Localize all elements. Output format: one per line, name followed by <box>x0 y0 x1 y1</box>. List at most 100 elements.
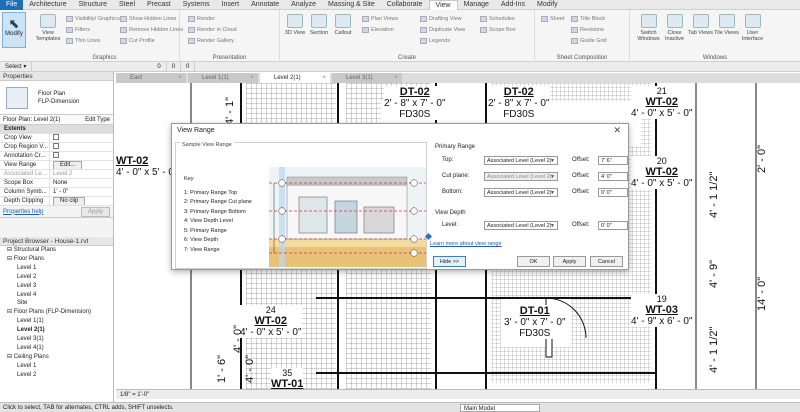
level-select[interactable]: Associated Level (Level 2) ▼ <box>484 171 558 181</box>
ok-button[interactable]: OK <box>517 256 550 267</box>
dimension-text[interactable]: 4' - 0" <box>244 355 256 383</box>
view-tab-3[interactable]: Level 3(1) × <box>332 73 402 83</box>
level-select[interactable]: Associated Level (Level 2) ▼ <box>484 187 558 197</box>
active-model-select[interactable]: Main Model <box>460 404 540 412</box>
view-scale[interactable]: 1/8" = 1'-0" <box>120 392 149 398</box>
menu-tab-manage[interactable]: Manage <box>458 0 495 10</box>
ribbon-create-2[interactable]: Drafting View <box>420 14 462 23</box>
select-dropdown[interactable]: Select ▾ <box>0 61 33 72</box>
prop-row-6[interactable]: Column Symb... 1' - 0" <box>0 188 113 197</box>
close-icon[interactable]: × <box>178 73 182 83</box>
prop-row-0[interactable]: Crop View <box>0 134 113 143</box>
level-select[interactable]: Associated Level (Level 2) ▼ <box>484 155 558 165</box>
view-range-edit-button[interactable]: Edit... <box>53 161 83 169</box>
ribbon-show-hidden-lines[interactable]: Show Hidden Lines <box>120 14 176 23</box>
ribbon-sheet-1[interactable]: Title Block <box>571 14 605 23</box>
menu-tab-systems[interactable]: Systems <box>177 0 216 10</box>
window-btn-1[interactable]: Close Inactive <box>662 14 687 42</box>
3d-view-button[interactable]: 3D View <box>284 14 306 36</box>
browser-item[interactable]: Level 1(1) <box>0 317 113 326</box>
dimension-text[interactable]: 1' - 6" <box>216 355 228 383</box>
offset-input[interactable]: 4' 0" <box>598 171 628 181</box>
offset-input[interactable]: 0' 0" <box>598 187 628 197</box>
browser-item[interactable]: Level 1 <box>0 264 113 273</box>
browser-item[interactable]: ⊟ Floor Plans <box>0 255 113 264</box>
offset-input[interactable]: 7' 6" <box>598 155 628 165</box>
menu-tab-structure[interactable]: Structure <box>73 0 113 10</box>
dimension-text[interactable]: 4' - 0" <box>232 325 244 353</box>
ribbon-render[interactable]: Render <box>188 14 215 23</box>
ribbon-remove-hidden-lines[interactable]: Remove Hidden Lines <box>120 25 183 34</box>
close-icon[interactable]: × <box>322 73 326 83</box>
depth-clipping-button[interactable]: No clip <box>53 197 86 205</box>
menu-tab-analyze[interactable]: Analyze <box>285 0 322 10</box>
window-btn-2[interactable]: Tab Views <box>688 14 713 36</box>
view-tab-2[interactable]: Level 2(1) × <box>260 73 330 83</box>
door-window-tag[interactable]: 20 WT-02 4' - 0" x 5' - 0" <box>631 156 693 189</box>
ribbon-cut-profile[interactable]: Cut Profile <box>120 36 155 45</box>
browser-item[interactable]: ⊟ Floor Plans (FLP-Dimension) <box>0 308 113 317</box>
prop-row-5[interactable]: Scope Box None <box>0 179 113 188</box>
door-window-tag[interactable]: 35 WT-01 <box>271 368 304 389</box>
ribbon-visibility-graphics[interactable]: Visibility/ Graphics <box>66 14 120 23</box>
cancel-button[interactable]: Cancel <box>590 256 623 267</box>
ribbon-filters[interactable]: Filters <box>66 25 90 34</box>
browser-item[interactable]: Level 1 <box>0 362 113 371</box>
section-button[interactable]: Section <box>308 14 330 36</box>
ribbon-sheet-3[interactable]: Guide Grid <box>571 36 607 45</box>
menu-tab-massing-site[interactable]: Massing & Site <box>322 0 381 10</box>
ribbon-render-gallery[interactable]: Render Gallery <box>188 36 234 45</box>
dimension-text[interactable]: 2' - 0" <box>756 145 768 173</box>
browser-item[interactable]: Level 3 <box>0 282 113 291</box>
instance-select[interactable]: Floor Plan: Level 2(1) <box>3 115 60 124</box>
menu-tab-collaborate[interactable]: Collaborate <box>381 0 429 10</box>
ribbon-plan-views[interactable]: Plan Views <box>362 14 398 23</box>
dimension-text[interactable]: 4' - 9" <box>708 260 720 288</box>
dimension-text[interactable]: 4' - 1 1/2" <box>708 327 720 373</box>
browser-item[interactable]: Level 3(1) <box>0 335 113 344</box>
properties-help-link[interactable]: Properties help <box>3 209 43 215</box>
browser-item[interactable]: ⊟ Ceiling Plans <box>0 353 113 362</box>
view-templates-button[interactable]: View Templates <box>34 14 62 42</box>
ribbon-elevation[interactable]: Elevation <box>362 25 394 34</box>
depth-level-select[interactable]: Associated Level (Level 2) ▼ <box>484 220 558 230</box>
prop-row-2[interactable]: Annotation Cr... <box>0 152 113 161</box>
ribbon-create2-0[interactable]: Schedules <box>480 14 515 23</box>
menu-tab-steel[interactable]: Steel <box>113 0 141 10</box>
door-window-tag[interactable]: DT-01 3' - 0" x 7' - 0" FD30S <box>504 305 566 339</box>
menu-tab-annotate[interactable]: Annotate <box>245 0 285 10</box>
menu-tab-modify[interactable]: Modify <box>531 0 564 10</box>
dimension-text[interactable]: 4' - 1" <box>224 97 236 125</box>
browser-item[interactable]: ⊟ Structural Plans <box>0 246 113 255</box>
checkbox[interactable] <box>53 152 59 159</box>
browser-item[interactable]: Level 2(1) <box>0 326 113 335</box>
checkbox[interactable] <box>53 134 59 141</box>
ribbon-create-4[interactable]: Legends <box>420 36 450 45</box>
close-icon[interactable]: × <box>394 73 398 83</box>
prop-row-7[interactable]: Depth Clipping No clip <box>0 197 113 206</box>
prop-row-1[interactable]: Crop Region V... <box>0 143 113 152</box>
apply-button[interactable]: Apply <box>80 206 110 217</box>
browser-item[interactable]: Site <box>0 299 113 308</box>
close-icon[interactable]: × <box>250 73 254 83</box>
view-tab-1[interactable]: Level 1(1) × <box>188 73 258 83</box>
section-extents[interactable]: Extents <box>0 125 113 134</box>
depth-offset-input[interactable]: 0' 0" <box>598 220 628 230</box>
menu-tab-precast[interactable]: Precast <box>141 0 177 10</box>
menu-tab-file[interactable]: File <box>0 0 24 10</box>
prop-row-3[interactable]: View Range Edit... <box>0 161 113 170</box>
ribbon-render-in-cloud[interactable]: Render in Cloud <box>188 25 237 34</box>
ribbon-sheet[interactable]: Sheet <box>541 14 564 23</box>
callout-button[interactable]: Callout <box>332 14 354 36</box>
edit-type-button[interactable]: Edit Type <box>85 115 110 124</box>
door-window-tag[interactable]: DT-02 2' - 8" x 7' - 0" FD30S <box>384 86 446 120</box>
type-selector[interactable]: Floor Plan FLP-Dimension <box>0 81 113 115</box>
learn-more-link[interactable]: Learn more about view range <box>430 241 502 247</box>
menu-tab-insert[interactable]: Insert <box>216 0 246 10</box>
dimension-text[interactable]: 14' - 0" <box>756 277 768 311</box>
menu-tab-architecture[interactable]: Architecture <box>23 0 72 10</box>
hide-button[interactable]: Hide >> <box>433 256 466 267</box>
window-btn-4[interactable]: User Interface <box>740 14 765 42</box>
browser-item[interactable]: Level 4(1) <box>0 344 113 353</box>
browser-item[interactable]: Level 4 <box>0 291 113 300</box>
